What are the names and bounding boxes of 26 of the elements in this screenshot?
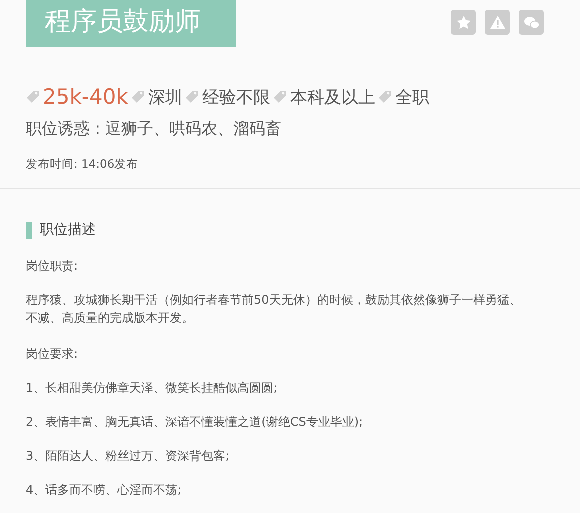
- text-line: 程序猿、攻城狮长期干活（例如行者春节前50天无休）的时候，鼓励其依然像狮子一样勇猛、: [26, 292, 522, 309]
- subheading: 岗位要求:: [26, 346, 80, 363]
- tag-icon: [378, 90, 392, 104]
- section-heading: 职位描述: [40, 221, 96, 239]
- tag-text: 本科及以上: [290, 86, 376, 108]
- text-line: 1、长相甜美仿佛章天泽、微笑长挂酷似高圆圆;: [26, 380, 279, 397]
- tag-icon: [131, 90, 146, 104]
- text-line: 3、陌陌达人、粉丝过万、资深背包客;: [26, 448, 231, 465]
- text-line: 4、话多而不唠、心淫而不荡;: [26, 482, 183, 499]
- salary-text: 25k-40k: [43, 85, 128, 109]
- action-button[interactable]: [519, 10, 544, 35]
- tag-icon: [273, 90, 288, 104]
- text-line: 2、表情丰富、胸无真话、深谙不懂装懂之道(谢绝CS专业毕业);: [26, 414, 364, 431]
- action-button[interactable]: [485, 10, 510, 35]
- tag-icon: [26, 90, 40, 104]
- tag-icon: [185, 90, 200, 104]
- tag-text: 全职: [395, 86, 430, 108]
- job-title: 程序员鼓励师: [26, 0, 236, 47]
- perks-text: 职位诱惑 : 逗狮子、哄码农、溜码畜: [26, 119, 283, 140]
- text-line: 不减、高质量的完成版本开发。: [26, 310, 195, 327]
- heading-bar: [26, 222, 32, 238]
- tag-text: 经验不限: [202, 86, 270, 108]
- subheading: 岗位职责:: [26, 258, 80, 275]
- action-button[interactable]: [451, 10, 476, 35]
- tag-text: 深圳: [148, 86, 182, 108]
- publish-time: 发布时间: 14:06发布: [26, 157, 140, 172]
